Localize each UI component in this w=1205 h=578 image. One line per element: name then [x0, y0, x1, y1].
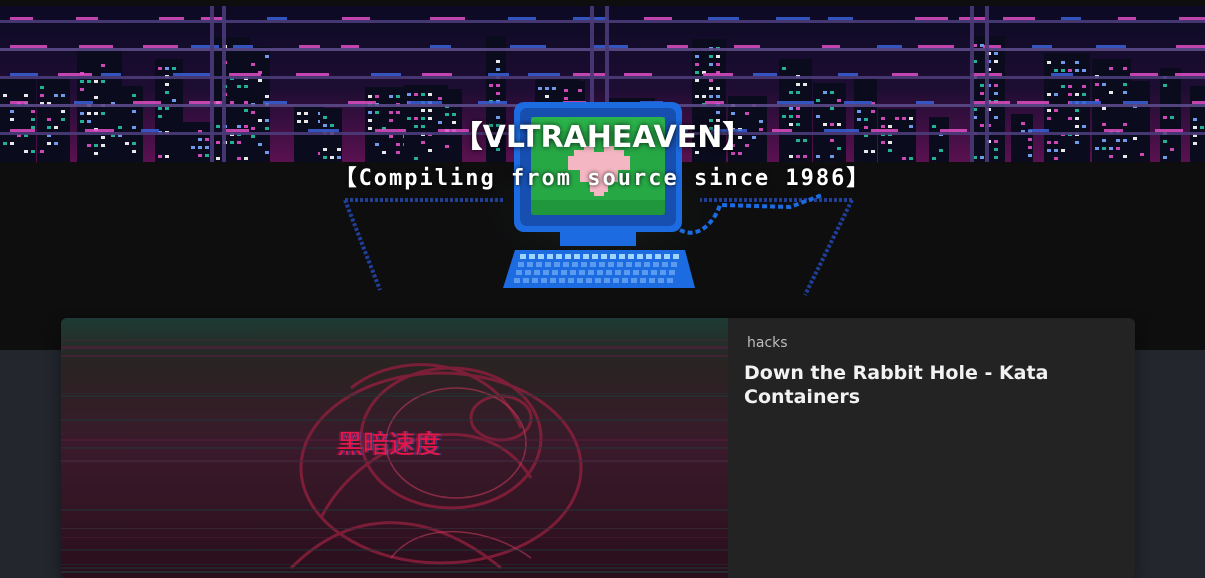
post-card[interactable]: 黑暗速度 hacks Down the Rabbit Hole - Kata C… — [61, 318, 1135, 578]
post-meta: hacks Down the Rabbit Hole - Kata Contai… — [744, 334, 1135, 410]
post-feature-image[interactable]: 黑暗速度 — [61, 318, 728, 578]
post-image-caption: 黑暗速度 — [337, 430, 442, 460]
site-title[interactable]: 【VLTRAHEAVEN】 — [0, 112, 1205, 156]
site-tagline: 【Compiling from source since 1986】 — [334, 166, 871, 191]
post-tag-link[interactable]: hacks — [747, 335, 788, 351]
post-title[interactable]: Down the Rabbit Hole - Kata Containers — [744, 362, 1135, 410]
hero-banner: 【VLTRAHEAVEN】 【Compiling from source sin… — [0, 0, 1205, 350]
